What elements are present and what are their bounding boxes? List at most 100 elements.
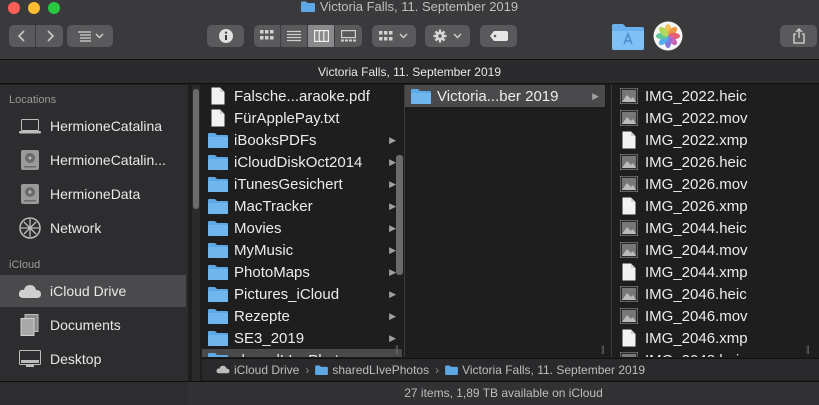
disclosure-arrow-icon: ▶ (389, 355, 396, 358)
list-view-button[interactable] (281, 25, 308, 47)
folder-icon (411, 87, 431, 105)
document-icon (619, 329, 639, 347)
column-icloud-drive: Falsche...araoke.pdf FürApplePay.txt iBook… (202, 85, 402, 357)
tags-button[interactable] (480, 25, 517, 47)
info-button[interactable] (207, 25, 244, 47)
column-resize-handle[interactable]: || (395, 344, 399, 354)
file-row[interactable]: IMG_2048.heic (613, 349, 801, 357)
column1-scroll-thumb[interactable] (396, 155, 403, 275)
file-row[interactable]: IMG_2022.heic (613, 85, 801, 107)
image-thumbnail-icon (619, 153, 639, 171)
row-label: IMG_2044.xmp (645, 263, 748, 281)
sidebar-item-hermionedata[interactable]: HermioneData (0, 178, 186, 210)
image-thumbnail-icon (619, 175, 639, 193)
folder-row[interactable]: iBooksPDFs ▶ (202, 129, 402, 151)
sidebar-scroll-thumb[interactable] (193, 89, 199, 209)
folder-icon (208, 351, 228, 357)
folder-icon (208, 307, 228, 325)
breadcrumb: iCloud Drive › sharedLIvePhotos › Victor… (202, 358, 819, 380)
folder-icon (208, 329, 228, 347)
disk-icon (18, 149, 42, 171)
folder-icon (208, 263, 228, 281)
gallery-view-button[interactable] (335, 25, 362, 47)
row-label: IMG_2046.heic (645, 285, 747, 303)
row-label: IMG_2048.heic (645, 352, 747, 358)
folder-row[interactable]: MyMusic ▶ (202, 239, 402, 261)
icon-view-button[interactable] (254, 25, 281, 47)
folder-row[interactable]: SE3_2019 ▶ (202, 327, 402, 349)
disclosure-arrow-icon: ▶ (389, 200, 396, 211)
file-row[interactable]: Falsche...araoke.pdf (202, 85, 402, 107)
sidebar-item-desktop[interactable]: Desktop (0, 343, 186, 375)
file-row[interactable]: IMG_2026.xmp (613, 195, 801, 217)
document-icon (208, 109, 228, 127)
group-menu-button[interactable] (67, 25, 113, 47)
column-divider[interactable] (611, 85, 612, 357)
toolbar: Victoria Falls, 11. September 2019 (0, 0, 819, 60)
grid-icon (260, 30, 274, 40)
share-button[interactable] (780, 25, 817, 47)
row-label: iBooksPDFs (234, 131, 317, 149)
breadcrumb-item-sharedlivephotos[interactable]: sharedLIvePhotos (332, 363, 429, 377)
row-label: Victoria...ber 2019 (437, 87, 559, 105)
documents-icon (18, 314, 42, 336)
image-thumbnail-icon (619, 351, 639, 357)
disclosure-arrow-icon: ▶ (389, 134, 396, 145)
folder-row[interactable]: PhotoMaps ▶ (202, 261, 402, 283)
folder-row[interactable]: Rezepte ▶ (202, 305, 402, 327)
sidebar-item-hermionecatalina[interactable]: HermioneCatalina (0, 110, 186, 142)
sidebar-item-hermionecatalina-disk[interactable]: HermioneCatalin... (0, 144, 186, 176)
view-mode-control (254, 25, 362, 47)
column-view-button[interactable] (308, 25, 335, 47)
sidebar-scrollbar[interactable] (192, 85, 200, 381)
folder-row[interactable]: Pictures_iCloud ▶ (202, 283, 402, 305)
folder-row[interactable]: MacTracker ▶ (202, 195, 402, 217)
file-row[interactable]: IMG_2022.xmp (613, 129, 801, 151)
file-row[interactable]: IMG_2046.mov (613, 305, 801, 327)
file-row[interactable]: IMG_2044.xmp (613, 261, 801, 283)
disclosure-arrow-icon: ▶ (592, 90, 599, 101)
action-menu-button[interactable] (425, 25, 470, 47)
row-label: Movies (234, 219, 282, 237)
breadcrumb-item-victoria-falls[interactable]: Victoria Falls, 11. September 2019 (462, 363, 645, 377)
folder-row[interactable]: Movies ▶ (202, 217, 402, 239)
file-row[interactable]: IMG_2044.mov (613, 239, 801, 261)
back-button[interactable] (9, 25, 36, 47)
document-icon (619, 263, 639, 281)
row-label: FürApplePay.txt (234, 109, 340, 127)
folder-row[interactable]: Victoria...ber 2019 ▶ (405, 85, 605, 107)
folder-icon (208, 285, 228, 303)
row-label: Rezepte (234, 307, 290, 325)
row-label: SE3_2019 (234, 329, 305, 347)
network-icon (18, 217, 42, 239)
sidebar-item-network[interactable]: Network (0, 212, 186, 244)
cloud-icon (216, 365, 230, 374)
row-label: Falsche...araoke.pdf (234, 87, 370, 105)
desktop-icon (18, 348, 42, 370)
sidebar-item-documents[interactable]: Documents (0, 309, 186, 341)
photos-app-icon[interactable] (653, 21, 683, 51)
breadcrumb-separator: › (305, 362, 310, 377)
folder-row[interactable]: iTunesGesichert ▶ (202, 173, 402, 195)
disclosure-arrow-icon: ▶ (389, 156, 396, 167)
breadcrumb-item-icloud-drive[interactable]: iCloud Drive (234, 363, 299, 377)
file-row[interactable]: IMG_2046.xmp (613, 327, 801, 349)
row-label: IMG_2046.mov (645, 307, 748, 325)
column-resize-handle[interactable]: || (601, 344, 605, 354)
file-row[interactable]: IMG_2026.mov (613, 173, 801, 195)
group-by-button[interactable] (372, 25, 416, 47)
file-row[interactable]: IMG_2046.heic (613, 283, 801, 305)
chevron-right-icon (46, 30, 54, 42)
file-row[interactable]: IMG_2026.heic (613, 151, 801, 173)
applications-folder-icon[interactable] (612, 22, 644, 50)
laptop-icon (18, 115, 42, 137)
column-resize-handle[interactable]: || (806, 344, 810, 354)
file-row[interactable]: FürApplePay.txt (202, 107, 402, 129)
forward-button[interactable] (36, 25, 63, 47)
file-row[interactable]: IMG_2044.heic (613, 217, 801, 239)
disclosure-arrow-icon: ▶ (389, 178, 396, 189)
folder-row[interactable]: iCloudDiskOct2014 ▶ (202, 151, 402, 173)
folder-row[interactable]: sharedLIvePhotos ▶ (202, 349, 402, 357)
file-row[interactable]: IMG_2022.mov (613, 107, 801, 129)
sidebar-item-icloud-drive[interactable]: iCloud Drive (0, 275, 186, 307)
